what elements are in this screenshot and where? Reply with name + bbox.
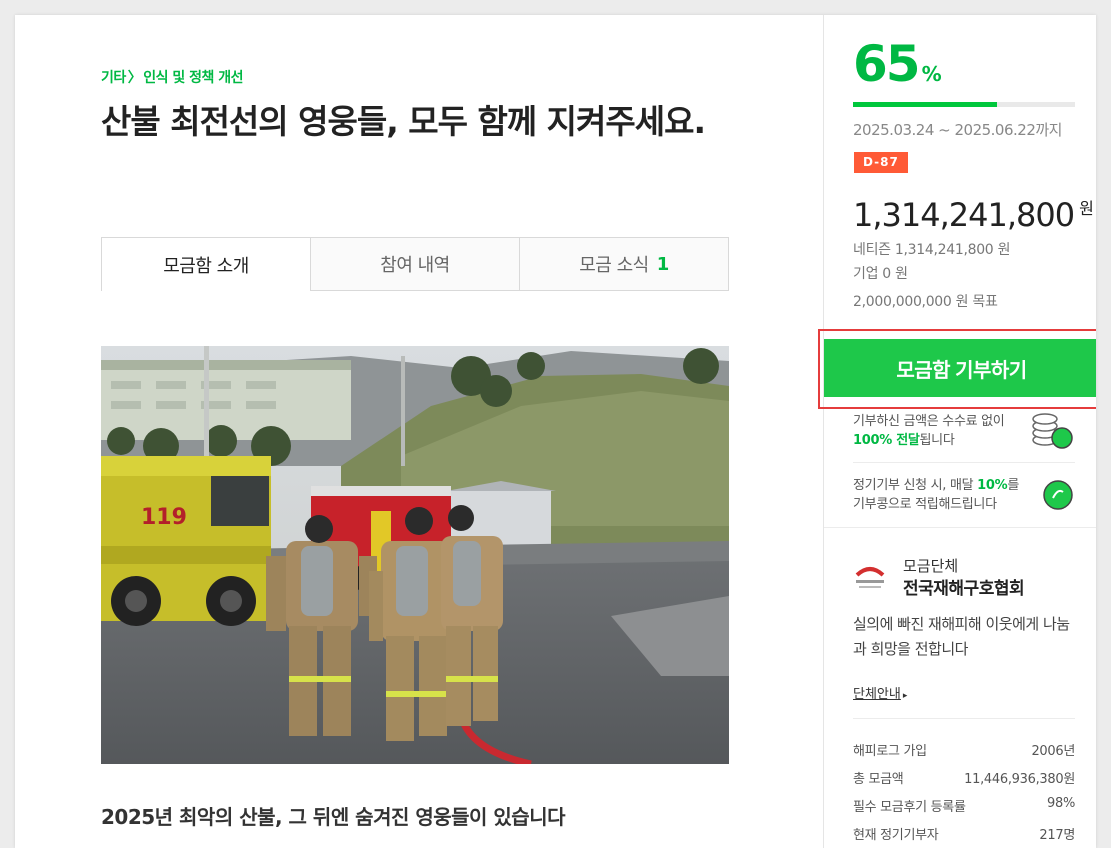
chevron-right-icon: ▸ xyxy=(902,691,908,701)
campaign-period: 2025.03.24 ~ 2025.06.22까지 xyxy=(853,121,1062,139)
info-divider xyxy=(853,462,1075,463)
stat-label: 총 모금액 xyxy=(853,772,904,787)
progress-bar-fill xyxy=(853,102,998,107)
tab-news[interactable]: 모금 소식 1 xyxy=(520,237,729,291)
organization-description: 실의에 빠진 재해피해 이웃에게 나눔과 희망을 전합니다 xyxy=(853,615,1070,658)
currency-unit: 원 xyxy=(1079,199,1094,218)
tab-news-count: 1 xyxy=(656,253,670,275)
donation-sidebar: 65% 2025.03.24 ~ 2025.06.22까지 D-87 1,314… xyxy=(818,15,1096,848)
tab-participation[interactable]: 참여 내역 xyxy=(311,237,520,291)
tab-label: 참여 내역 xyxy=(380,255,450,276)
stat-row: 현재 정기기부자 217명 xyxy=(853,824,1075,843)
stat-row: 해피로그 가입 2006년 xyxy=(853,740,1075,759)
coins-icon xyxy=(1032,413,1073,449)
company-amount: 기업 0 원 xyxy=(853,266,908,282)
breadcrumb-category[interactable]: 기타 xyxy=(101,70,126,86)
svg-text:119: 119 xyxy=(141,505,187,530)
page-frame: 기타 〉 인식 및 정책 개선 산불 최전선의 영웅들, 모두 함께 지켜주세요. … xyxy=(15,15,1096,848)
total-amount: 1,314,241,800 원 xyxy=(853,195,1094,234)
breadcrumb-subcategory[interactable]: 인식 및 정책 개선 xyxy=(143,70,243,86)
stat-label: 현재 정기기부자 xyxy=(853,828,939,843)
regular-donation-info: 정기기부 신청 시, 매달 10%를 기부콩으로 적립해드립니다 xyxy=(853,476,1075,514)
breadcrumb-separator: 〉 xyxy=(127,70,142,86)
fee-info: 기부하신 금액은 수수료 없이 100% 전달됩니다 xyxy=(853,412,1075,450)
regular-info-pre: 정기기부 신청 시, 매달 xyxy=(853,478,978,493)
goal-amount: 2,000,000,000 원 목표 xyxy=(853,294,998,310)
organization-label: 모금단체 xyxy=(903,557,959,575)
tab-label: 모금함 소개 xyxy=(163,255,249,277)
netizen-amount: 네티즌 1,314,241,800 원 xyxy=(853,242,1011,258)
organization-info-link-label: 단체안내 xyxy=(853,687,901,702)
stat-value: 98% xyxy=(1047,796,1075,811)
stat-label: 필수 모금후기 등록률 xyxy=(853,800,966,815)
stat-label: 해피로그 가입 xyxy=(853,744,927,759)
stat-value: 217명 xyxy=(1039,828,1075,843)
tab-bar: 모금함 소개 참여 내역 모금 소식 1 xyxy=(101,237,729,291)
tab-introduction[interactable]: 모금함 소개 xyxy=(101,237,311,291)
breadcrumb: 기타 〉 인식 및 정책 개선 xyxy=(101,67,244,87)
progress-percent-sign: % xyxy=(921,62,942,86)
content-subheading: 2025년 최악의 산불, 그 뒤엔 숨겨진 영웅들이 있습니다 xyxy=(101,805,566,829)
organization-name[interactable]: 전국재해구호협회 xyxy=(903,574,1025,599)
progress-percent-value: 65 xyxy=(853,35,921,93)
d-day-badge: D-87 xyxy=(854,152,908,173)
regular-info-post: 를 xyxy=(1007,478,1019,493)
progress-percent: 65% xyxy=(853,35,942,93)
fee-info-rest: 됩니다 xyxy=(919,433,955,448)
section-divider xyxy=(824,527,1096,528)
main-content: 기타 〉 인식 및 정책 개선 산불 최전선의 영웅들, 모두 함께 지켜주세요. … xyxy=(15,15,823,848)
tab-label: 모금 소식 xyxy=(579,255,649,276)
stat-value: 11,446,936,380원 xyxy=(964,772,1075,787)
regular-info-highlight: 10% xyxy=(977,478,1008,493)
organization-info-link[interactable]: 단체안내 ▸ xyxy=(853,683,907,702)
donate-button[interactable]: 모금함 기부하기 xyxy=(824,339,1096,397)
organization-logo xyxy=(855,567,885,588)
bean-icon xyxy=(1043,480,1073,510)
stat-row: 총 모금액 11,446,936,380원 xyxy=(853,768,1075,787)
stats-divider xyxy=(853,718,1075,719)
page-title: 산불 최전선의 영웅들, 모두 함께 지켜주세요. xyxy=(101,102,706,141)
stat-value: 2006년 xyxy=(1031,744,1075,759)
fee-info-highlight: 100% 전달 xyxy=(853,433,920,448)
total-amount-value: 1,314,241,800 xyxy=(853,196,1075,234)
progress-bar xyxy=(853,102,1075,107)
stat-row: 필수 모금후기 등록률 98% xyxy=(853,796,1075,815)
campaign-photo-firefighters: 119 xyxy=(101,346,729,764)
